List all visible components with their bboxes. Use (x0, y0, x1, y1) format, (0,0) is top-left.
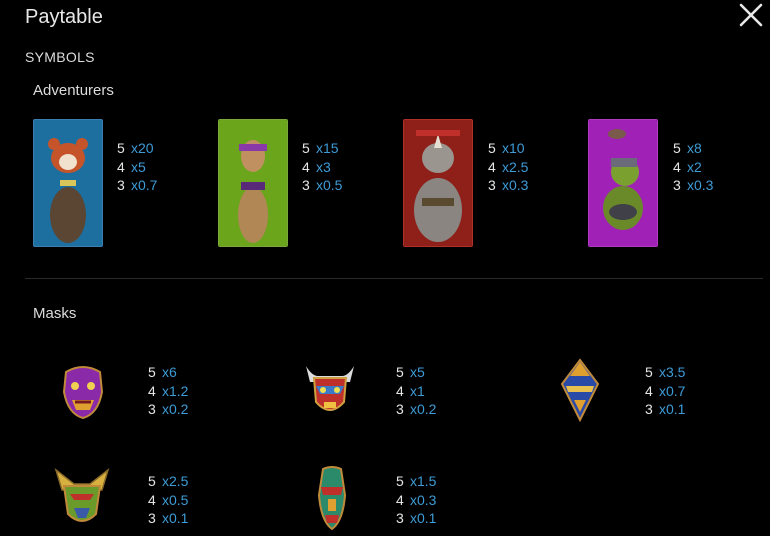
pay-count: 5 (148, 473, 156, 489)
pay-multiplier: x0.2 (162, 401, 189, 417)
pay-count: 3 (396, 401, 404, 417)
pay-multiplier: x0.7 (659, 382, 686, 399)
pay-multiplier: x2.5 (502, 158, 529, 175)
pay-multiplier: x0.2 (410, 401, 437, 417)
pays-red-panda: 5 x20 4 x5 3 x0.7 (117, 139, 157, 195)
lizard-symbol (218, 119, 288, 247)
pay-count: 3 (117, 177, 125, 193)
pay-multiplier: x3.5 (659, 364, 686, 380)
pay-multiplier: x0.3 (687, 177, 714, 193)
pay-multiplier: x5 (410, 364, 425, 380)
pay-multiplier: x1.2 (162, 382, 189, 399)
pay-count: 4 (396, 491, 404, 508)
pay-count: 5 (148, 364, 156, 380)
pay-count: 4 (117, 158, 125, 175)
pay-multiplier: x0.7 (131, 177, 158, 193)
pay-multiplier: x8 (687, 140, 702, 156)
pay-multiplier: x0.5 (316, 177, 343, 193)
pay-count: 5 (117, 140, 125, 156)
pay-multiplier: x0.1 (659, 401, 686, 417)
red-panda-symbol (33, 119, 103, 247)
section-label: SYMBOLS (25, 49, 95, 65)
blue-diamond-mask-symbol (556, 358, 604, 427)
pay-count: 5 (396, 473, 404, 489)
pay-multiplier: x3 (316, 158, 331, 175)
pay-count: 3 (645, 401, 653, 417)
pay-count: 5 (488, 140, 496, 156)
pay-count: 4 (302, 158, 310, 175)
pay-multiplier: x15 (316, 140, 339, 156)
purple-mask-symbol (58, 362, 108, 425)
pay-count: 4 (645, 382, 653, 399)
pays-turtle: 5 x8 4 x2 3 x0.3 (673, 139, 713, 195)
pay-count: 4 (396, 382, 404, 399)
pay-count: 4 (673, 158, 681, 175)
pay-multiplier: x0.3 (502, 177, 529, 193)
pays-tall-green-mask: 5 x1.5 4 x0.3 3 x0.1 (396, 472, 436, 528)
pay-multiplier: x0.1 (410, 510, 437, 526)
pays-lizard: 5 x15 4 x3 3 x0.5 (302, 139, 342, 195)
pay-count: 3 (396, 510, 404, 526)
pays-horned-red-mask: 5 x5 4 x1 3 x0.2 (396, 363, 436, 419)
pays-blue-diamond-mask: 5 x3.5 4 x0.7 3 x0.1 (645, 363, 685, 419)
pay-multiplier: x0.5 (162, 491, 189, 508)
pay-count: 3 (148, 401, 156, 417)
pays-green-eared-mask: 5 x2.5 4 x0.5 3 x0.1 (148, 472, 188, 528)
rhino-symbol (403, 119, 473, 247)
pay-multiplier: x1 (410, 382, 425, 399)
group-label-adventurers: Adventurers (33, 82, 114, 99)
close-icon[interactable] (738, 2, 764, 28)
pay-count: 3 (148, 510, 156, 526)
pay-count: 3 (302, 177, 310, 193)
horned-red-mask-symbol (302, 360, 358, 425)
pays-rhino: 5 x10 4 x2.5 3 x0.3 (488, 139, 528, 195)
pay-count: 3 (488, 177, 496, 193)
pay-multiplier: x2 (687, 158, 702, 175)
pay-multiplier: x20 (131, 140, 154, 156)
turtle-symbol (588, 119, 658, 247)
section-divider (25, 278, 763, 279)
pay-count: 5 (645, 364, 653, 380)
pay-count: 4 (148, 382, 156, 399)
pay-count: 5 (673, 140, 681, 156)
pay-multiplier: x0.3 (410, 491, 437, 508)
pay-multiplier: x6 (162, 364, 177, 380)
pay-multiplier: x0.1 (162, 510, 189, 526)
tall-green-mask-symbol (309, 465, 355, 536)
pay-count: 5 (302, 140, 310, 156)
pay-multiplier: x2.5 (162, 473, 189, 489)
pay-count: 4 (488, 158, 496, 175)
pay-multiplier: x1.5 (410, 473, 437, 489)
paytable-title: Paytable (25, 6, 103, 28)
pay-multiplier: x5 (131, 158, 146, 175)
pay-count: 4 (148, 491, 156, 508)
pays-purple-mask: 5 x6 4 x1.2 3 x0.2 (148, 363, 188, 419)
pay-multiplier: x10 (502, 140, 525, 156)
group-label-masks: Masks (33, 305, 77, 322)
pay-count: 3 (673, 177, 681, 193)
green-eared-mask-symbol (52, 466, 112, 535)
pay-count: 5 (396, 364, 404, 380)
